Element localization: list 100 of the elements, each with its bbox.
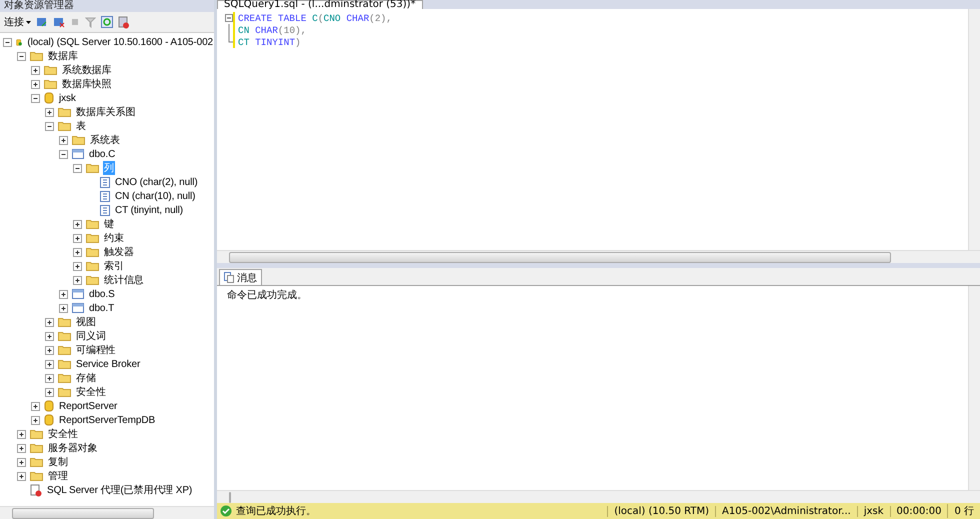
folder-icon [30,471,43,481]
refresh-icon[interactable] [101,16,113,28]
column-icon [100,190,110,202]
connect-icon[interactable] [36,16,48,28]
expand-toggle[interactable] [73,234,82,242]
tree-item[interactable]: 安全性 [75,385,107,399]
collapse-toggle[interactable] [3,38,12,46]
expand-toggle[interactable] [45,388,54,396]
table-icon [72,303,84,313]
expand-toggle[interactable] [17,444,26,452]
messages-tab[interactable]: 消息 [219,269,262,285]
code-line: CREATE TABLE C(CNO CHAR(2), [238,12,392,24]
tree-item[interactable]: ReportServerTempDB [58,414,156,426]
connect-button[interactable]: 连接 [4,15,31,29]
table-icon [72,289,84,299]
collapse-toggle[interactable] [45,122,54,130]
horizontal-scrollbar[interactable] [0,506,214,519]
expand-toggle[interactable] [73,248,82,256]
tree-item[interactable]: ReportServer [58,400,118,412]
folder-icon [72,135,85,145]
expand-toggle[interactable] [45,108,54,116]
tree-item[interactable]: 服务器对象 [47,441,99,455]
tree-item[interactable]: 键 [103,217,115,231]
tree-item[interactable]: CNO (char(2), null) [114,176,199,188]
tree-item[interactable]: 表 [75,119,87,133]
tree-item[interactable]: 视图 [75,315,97,329]
tree-item[interactable]: dbo.C [88,148,116,160]
tree-item[interactable]: Service Broker [75,358,142,370]
folder-icon [58,121,71,131]
expand-toggle[interactable] [17,458,26,466]
tree-item[interactable]: CN (char(10), null) [114,190,196,202]
tree-item[interactable]: 约束 [103,231,125,245]
tree-item[interactable]: 安全性 [47,427,79,441]
tree-item[interactable]: 数据库 [47,49,79,63]
expand-toggle[interactable] [45,332,54,340]
expand-toggle[interactable] [59,304,68,312]
tree-item[interactable]: 管理 [47,469,69,483]
messages-icon [224,272,234,283]
expand-toggle[interactable] [31,80,40,88]
expand-toggle[interactable] [59,136,68,144]
tree-item[interactable]: 复制 [47,455,69,469]
success-check-icon [220,505,232,517]
tree-item[interactable]: 可编程性 [75,343,117,357]
vertical-scrollbar[interactable] [968,286,980,490]
expand-toggle[interactable] [31,66,40,74]
tree-item[interactable]: 触发器 [103,245,135,259]
folder-icon [44,79,57,89]
status-field: A105-002\Administrator... [715,506,857,516]
tree-item[interactable]: (local) (SQL Server 10.50.1600 - A105-002 [26,36,214,48]
expand-toggle[interactable] [31,402,40,410]
report-icon[interactable] [118,16,130,28]
horizontal-scrollbar[interactable] [217,490,980,503]
expand-toggle[interactable] [45,346,54,354]
agent-icon [30,484,42,496]
expand-toggle[interactable] [59,290,68,298]
folder-icon [58,359,71,369]
expand-toggle[interactable] [45,374,54,382]
tree-item[interactable]: 索引 [103,259,125,273]
folder-icon [30,429,43,439]
collapse-toggle[interactable] [59,150,68,158]
collapse-toggle[interactable] [31,94,40,102]
tree-item[interactable]: dbo.S [88,288,116,300]
result-message: 命令已成功完成。 [227,290,307,301]
tree-item[interactable]: jxsk [58,92,77,104]
tree-item[interactable]: SQL Server 代理(已禁用代理 XP) [46,483,194,497]
folder-icon [86,261,99,271]
tree-item[interactable]: 存储 [75,371,97,385]
folder-icon [44,65,57,75]
tree-item[interactable]: 数据库关系图 [75,105,136,119]
collapse-toggle[interactable] [17,52,26,60]
expand-toggle[interactable] [17,430,26,438]
status-field: jxsk [856,506,890,516]
expand-toggle[interactable] [45,360,54,368]
expand-toggle[interactable] [73,262,82,270]
folder-icon [58,317,71,327]
tree-item[interactable]: 系统数据库 [61,63,113,77]
expand-toggle[interactable] [73,276,82,284]
expand-toggle[interactable] [45,318,54,326]
tree-item[interactable]: dbo.T [88,302,116,314]
folder-icon [30,457,43,467]
code-line: CN CHAR(10), [238,24,306,36]
tree-item[interactable]: 系统表 [89,133,121,147]
horizontal-scrollbar[interactable] [217,250,980,263]
tree-item[interactable]: 统计信息 [103,273,145,287]
tree-item[interactable]: 数据库快照 [61,77,113,91]
vertical-scrollbar[interactable] [968,9,980,250]
status-field: 0 行 [947,504,980,518]
code-line: CT TINYINT) [238,36,301,48]
tree-item[interactable]: 同义词 [75,329,107,343]
folder-icon [58,345,71,355]
folder-icon [86,163,99,173]
expand-toggle[interactable] [73,220,82,228]
disconnect-icon[interactable] [53,16,65,28]
folder-icon [58,107,71,117]
collapse-toggle[interactable] [73,164,82,172]
folder-icon [58,331,71,341]
expand-toggle[interactable] [17,472,26,480]
tree-item[interactable]: CT (tinyint, null) [114,204,184,216]
column-icon [100,204,110,216]
expand-toggle[interactable] [31,416,40,424]
